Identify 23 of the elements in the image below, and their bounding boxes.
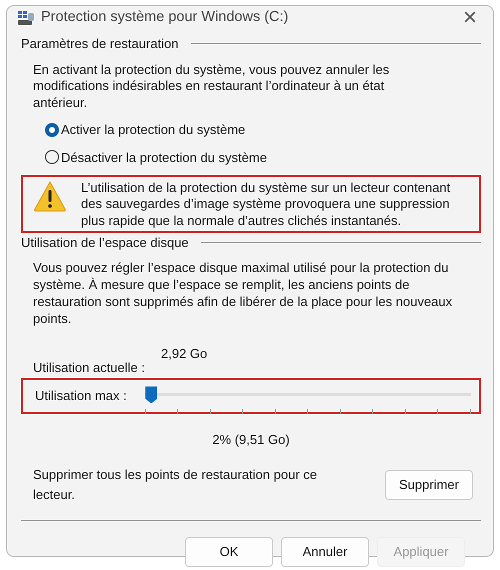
window-title: Protection système pour Windows (C:) — [41, 8, 288, 28]
current-usage-label: Utilisation actuelle : — [33, 359, 145, 378]
delete-button[interactable]: Supprimer — [385, 470, 473, 500]
dialog-button[interactable]: OK — [185, 537, 273, 567]
group-heading: Utilisation de l’espace disque — [21, 234, 189, 252]
current-usage-value: 2,92 Go — [161, 344, 208, 363]
delete-description: Supprimer tous les points de restauration pour ce lecteur. — [33, 466, 318, 504]
radio-option[interactable]: Désactiver la protection du système — [45, 148, 481, 168]
computer-icon — [17, 10, 35, 26]
radio-button[interactable] — [45, 122, 59, 137]
warning-icon — [33, 180, 67, 212]
description-text: En activant la protection du système, vous pouvez annuler les modifications indésirables en restaurant l’ordinateur à un état antérieur. — [33, 62, 390, 112]
dialog-button[interactable]: Annuler — [281, 537, 369, 567]
max-usage-label: Utilisation max : — [34, 387, 127, 406]
close-button[interactable]: × — [456, 6, 483, 30]
description-text: Vous pouvez régler l’espace disque maximal utilisé pour la protection du système. À mesure que l’espace se remplit, les anciens points de restauration sont supprimés afin de libérer de la place pour les nouveaux points. — [33, 260, 454, 328]
max-usage-reading: 2% (9,51 Go) — [212, 432, 290, 447]
slider-thumb[interactable] — [145, 386, 158, 404]
warning-text: L’utilisation de la protection du système sur un lecteur contenant des sauvegardes d’image système provoquera une suppression plus rapide que la normale d’autres clichés instantanés. — [81, 180, 452, 229]
radio-option[interactable]: Activer la protection du système — [45, 120, 481, 140]
group-heading: Paramètres de restauration — [21, 35, 179, 53]
usage-slider[interactable] — [144, 384, 471, 416]
radio-button[interactable] — [45, 150, 59, 164]
